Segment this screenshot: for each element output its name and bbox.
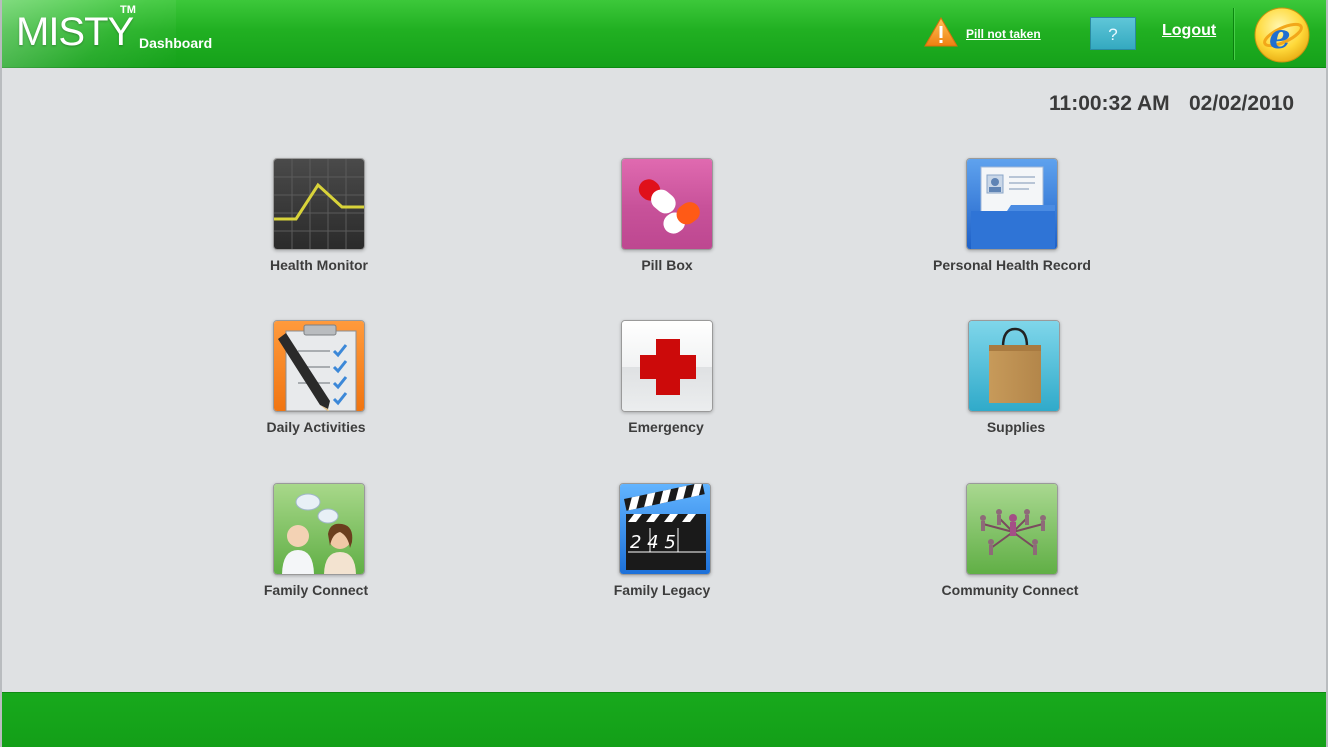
tile-label: Family Legacy (613, 582, 711, 598)
bottom-bar (0, 692, 1328, 747)
clapper-numbers: 2 4 5 (630, 532, 676, 553)
health-monitor-icon[interactable] (273, 158, 365, 250)
pill-box-icon[interactable] (621, 158, 713, 250)
tile-label: Daily Activities (266, 419, 366, 435)
browser-icon[interactable]: e (1254, 7, 1310, 63)
logout-link[interactable]: Logout (1162, 22, 1216, 40)
tile-emergency[interactable]: Emergency (546, 320, 786, 450)
daily-activities-icon[interactable] (273, 320, 365, 412)
clock-date: 02/02/2010 (1189, 92, 1295, 115)
svg-text:e: e (1269, 17, 1291, 57)
app-logo: MISTY (16, 10, 134, 54)
tile-community-connect[interactable]: Community Connect (890, 483, 1130, 613)
tile-family-connect[interactable]: Family Connect (196, 483, 436, 613)
trademark-mark: TM (120, 4, 136, 16)
pill-not-taken-alert-link[interactable]: Pill not taken (966, 27, 1041, 41)
family-legacy-icon[interactable]: 2 4 5 (619, 483, 711, 575)
health-record-icon[interactable] (966, 158, 1058, 250)
supplies-icon[interactable] (968, 320, 1060, 412)
tile-label: Health Monitor (270, 257, 368, 273)
header-divider (1233, 8, 1235, 60)
community-connect-icon[interactable] (966, 483, 1058, 575)
tile-family-legacy[interactable]: 2 4 5 Family Legacy (542, 483, 782, 613)
tile-health-monitor[interactable]: Health Monitor (199, 158, 439, 288)
tile-label: Emergency (628, 419, 704, 435)
top-bar: MISTY TM Dashboard Pill not taken ? Logo… (0, 0, 1328, 68)
tile-label: Personal Health Record (933, 257, 1091, 273)
logo-block: MISTY TM (2, 0, 176, 68)
tile-personal-health-record[interactable]: Personal Health Record (892, 158, 1132, 288)
warning-icon[interactable] (924, 17, 958, 47)
help-button[interactable]: ? (1090, 17, 1136, 50)
breadcrumb[interactable]: Dashboard (139, 35, 212, 51)
emergency-icon[interactable] (621, 320, 713, 412)
tile-label: Pill Box (641, 257, 693, 273)
tile-label: Family Connect (263, 582, 369, 598)
family-connect-icon[interactable] (273, 483, 365, 575)
tile-label: Community Connect (941, 582, 1079, 598)
tile-pill-box[interactable]: Pill Box (547, 158, 787, 288)
tile-daily-activities[interactable]: Daily Activities (196, 320, 436, 450)
clock-time: 11:00:32 AM (1049, 92, 1170, 115)
tile-supplies[interactable]: Supplies (896, 320, 1136, 450)
tile-label: Supplies (986, 419, 1046, 435)
